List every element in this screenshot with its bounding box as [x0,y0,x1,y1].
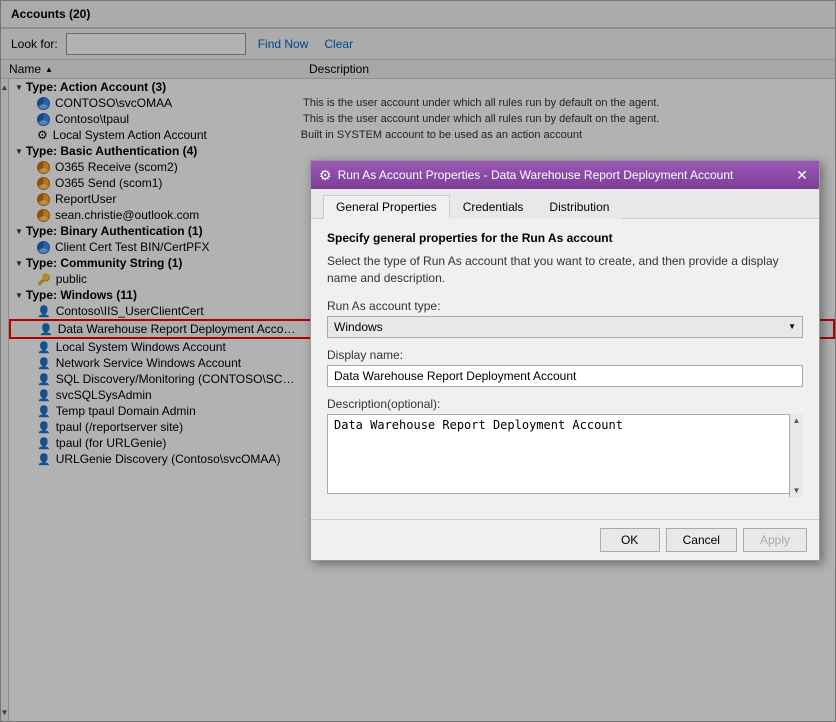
dialog-tabs: General Properties Credentials Distribut… [311,189,819,219]
dialog-footer: OK Cancel Apply [311,519,819,560]
tab-distribution[interactable]: Distribution [536,195,622,219]
description-wrapper: ▲ ▼ [327,414,803,497]
display-name-group: Display name: [327,348,803,387]
run-as-type-label: Run As account type: [327,299,803,313]
modal-overlay: ⚙ Run As Account Properties - Data Wareh… [0,0,836,722]
display-name-input[interactable] [327,365,803,387]
tab-credentials[interactable]: Credentials [450,195,537,219]
dialog-icon: ⚙ [319,167,332,184]
description-group: Description(optional): ▲ ▼ [327,397,803,497]
dialog-title-left: ⚙ Run As Account Properties - Data Wareh… [319,167,733,184]
dialog-title: Run As Account Properties - Data Warehou… [338,168,734,182]
dialog-title-bar: ⚙ Run As Account Properties - Data Wareh… [311,161,819,189]
description-textarea[interactable] [327,414,803,494]
ok-button[interactable]: OK [600,528,660,552]
run-as-account-dialog: ⚙ Run As Account Properties - Data Wareh… [310,160,820,561]
section-title: Specify general properties for the Run A… [327,231,803,245]
dialog-close-button[interactable]: ✕ [793,166,811,184]
display-name-label: Display name: [327,348,803,362]
dialog-description: Select the type of Run As account that y… [327,253,803,287]
scrollbar-up-icon: ▲ [791,414,803,427]
run-as-type-value: Windows [334,320,383,334]
cancel-button[interactable]: Cancel [666,528,737,552]
textarea-scrollbar: ▲ ▼ [789,414,803,497]
description-label: Description(optional): [327,397,803,411]
run-as-type-dropdown[interactable]: Windows ▼ [327,316,803,338]
apply-button[interactable]: Apply [743,528,807,552]
dropdown-arrow-icon: ▼ [788,322,796,331]
scrollbar-down-icon: ▼ [791,484,803,497]
run-as-type-group: Run As account type: Windows ▼ [327,299,803,338]
dialog-body: Specify general properties for the Run A… [311,219,819,519]
tab-general-properties[interactable]: General Properties [323,195,450,219]
